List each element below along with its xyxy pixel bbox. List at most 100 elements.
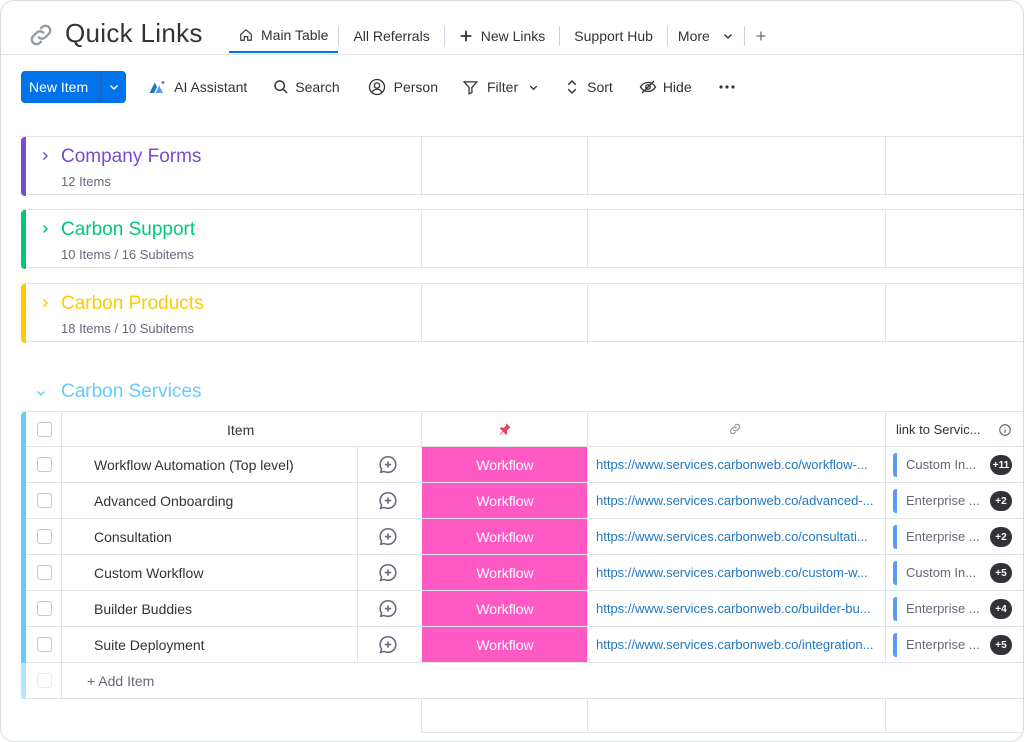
tab-support-hub[interactable]: Support Hub	[560, 19, 667, 53]
group-company-forms[interactable]: Company Forms 12 Items	[21, 136, 1023, 196]
link-icon	[728, 422, 742, 441]
service-link-chip[interactable]: Enterprise ...	[893, 597, 989, 621]
chevron-right-icon[interactable]	[39, 222, 51, 240]
table-row[interactable]: Workflow Automation (Top level) Workflow…	[21, 447, 1023, 483]
column-divider	[61, 591, 62, 627]
chevron-down-icon[interactable]	[35, 386, 47, 404]
service-link-chip[interactable]: Enterprise ...	[893, 525, 989, 549]
chevron-right-icon[interactable]	[39, 296, 51, 314]
status-label[interactable]: Workflow	[422, 591, 588, 626]
chevron-right-icon[interactable]	[39, 149, 51, 167]
service-link-chip[interactable]: Custom In...	[893, 453, 989, 477]
tab-more[interactable]: More	[668, 19, 744, 53]
table-row[interactable]: Advanced Onboarding Workflow https://www…	[21, 483, 1023, 519]
add-update-icon[interactable]	[377, 562, 399, 589]
group-name[interactable]: Carbon Support	[61, 219, 195, 241]
status-label[interactable]: Workflow	[422, 447, 588, 482]
row-link[interactable]: https://www.services.carbonweb.co/workfl…	[596, 447, 882, 483]
row-link[interactable]: https://www.services.carbonweb.co/advanc…	[596, 483, 882, 519]
sort-button[interactable]: Sort	[565, 78, 613, 96]
more-links-badge[interactable]: +11	[990, 455, 1012, 475]
column-header-item[interactable]: Item	[227, 412, 254, 448]
add-item-row[interactable]: + Add Item	[21, 663, 1023, 699]
tab-new-links[interactable]: New Links	[445, 19, 560, 53]
tab-main-table[interactable]: Main Table	[229, 19, 339, 53]
row-checkbox[interactable]	[37, 637, 52, 652]
more-links-badge[interactable]: +5	[990, 563, 1012, 583]
tab-all-referrals[interactable]: All Referrals	[339, 19, 443, 53]
column-header-label: link to Servic...	[896, 422, 981, 437]
add-update-icon[interactable]	[377, 454, 399, 481]
service-link-chip[interactable]: Custom In...	[893, 561, 989, 585]
group-count: 12 Items	[61, 174, 111, 189]
group-name[interactable]: Company Forms	[61, 146, 201, 168]
service-link-chip[interactable]: Enterprise ...	[893, 633, 989, 657]
filter-button[interactable]: Filter	[462, 79, 547, 96]
row-checkbox[interactable]	[37, 565, 52, 580]
add-item-input[interactable]: + Add Item	[87, 663, 154, 699]
table-row[interactable]: Custom Workflow Workflow https://www.ser…	[21, 555, 1023, 591]
item-name[interactable]: Suite Deployment	[94, 627, 205, 663]
column-header-link[interactable]	[587, 412, 885, 448]
group-color-bar	[21, 447, 26, 483]
group-carbon-support[interactable]: Carbon Support 10 Items / 16 Subitems	[21, 209, 1023, 269]
chevron-down-icon	[528, 82, 547, 93]
row-link[interactable]: https://www.services.carbonweb.co/custom…	[596, 555, 882, 591]
row-link[interactable]: https://www.services.carbonweb.co/integr…	[596, 627, 882, 663]
group-name[interactable]: Carbon Products	[61, 293, 204, 315]
item-name[interactable]: Workflow Automation (Top level)	[94, 447, 294, 483]
row-link[interactable]: https://www.services.carbonweb.co/consul…	[596, 519, 882, 555]
new-item-label[interactable]: New Item	[21, 71, 100, 103]
info-icon[interactable]	[998, 423, 1012, 442]
group-cell	[421, 284, 587, 343]
group-cell	[885, 210, 1023, 269]
more-links-badge[interactable]: +5	[990, 635, 1012, 655]
status-label[interactable]: Workflow	[422, 627, 588, 662]
item-name[interactable]: Builder Buddies	[94, 591, 192, 627]
link-icon	[27, 21, 55, 49]
search-button[interactable]: Search	[273, 79, 340, 95]
ai-assistant-button[interactable]: AI Assistant	[148, 79, 247, 95]
add-view-button[interactable]	[745, 19, 777, 53]
person-filter-button[interactable]: Person	[368, 78, 438, 96]
row-link[interactable]: https://www.services.carbonweb.co/builde…	[596, 591, 882, 627]
select-all-checkbox[interactable]	[37, 422, 52, 437]
row-checkbox[interactable]	[37, 529, 52, 544]
more-links-badge[interactable]: +2	[990, 491, 1012, 511]
row-checkbox[interactable]	[37, 457, 52, 472]
table-row[interactable]: Consultation Workflow https://www.servic…	[21, 519, 1023, 555]
more-actions-button[interactable]	[718, 84, 744, 90]
board-title[interactable]: Quick Links	[65, 18, 203, 49]
status-label[interactable]: Workflow	[422, 483, 588, 518]
more-links-badge[interactable]: +2	[990, 527, 1012, 547]
column-header-status[interactable]	[421, 412, 587, 448]
add-update-icon[interactable]	[377, 490, 399, 517]
column-header-service[interactable]: link to Servic...	[885, 412, 1023, 448]
group-carbon-products[interactable]: Carbon Products 18 Items / 10 Subitems	[21, 283, 1023, 343]
hide-button[interactable]: Hide	[639, 79, 692, 95]
group-color-bar	[21, 210, 26, 269]
column-divider	[61, 627, 62, 663]
tab-label: New Links	[480, 28, 546, 44]
status-label[interactable]: Workflow	[422, 555, 588, 590]
column-divider	[587, 519, 588, 555]
more-links-badge[interactable]: +4	[990, 599, 1012, 619]
status-label[interactable]: Workflow	[422, 519, 588, 554]
add-update-icon[interactable]	[377, 634, 399, 661]
service-link-chip[interactable]: Enterprise ...	[893, 489, 989, 513]
column-divider	[885, 555, 886, 591]
row-checkbox[interactable]	[37, 493, 52, 508]
table-row[interactable]: Builder Buddies Workflow https://www.ser…	[21, 591, 1023, 627]
new-item-dropdown[interactable]	[100, 71, 126, 103]
item-name[interactable]: Consultation	[94, 519, 172, 555]
item-name[interactable]: Custom Workflow	[94, 555, 203, 591]
table-row[interactable]: Suite Deployment Workflow https://www.se…	[21, 627, 1023, 663]
add-update-icon[interactable]	[377, 598, 399, 625]
group-cell	[587, 284, 885, 343]
new-item-button[interactable]: New Item	[21, 71, 127, 103]
row-checkbox[interactable]	[37, 601, 52, 616]
add-update-icon[interactable]	[377, 526, 399, 553]
item-name[interactable]: Advanced Onboarding	[94, 483, 233, 519]
group-name[interactable]: Carbon Services	[61, 381, 201, 403]
chevron-down-icon	[722, 30, 734, 42]
